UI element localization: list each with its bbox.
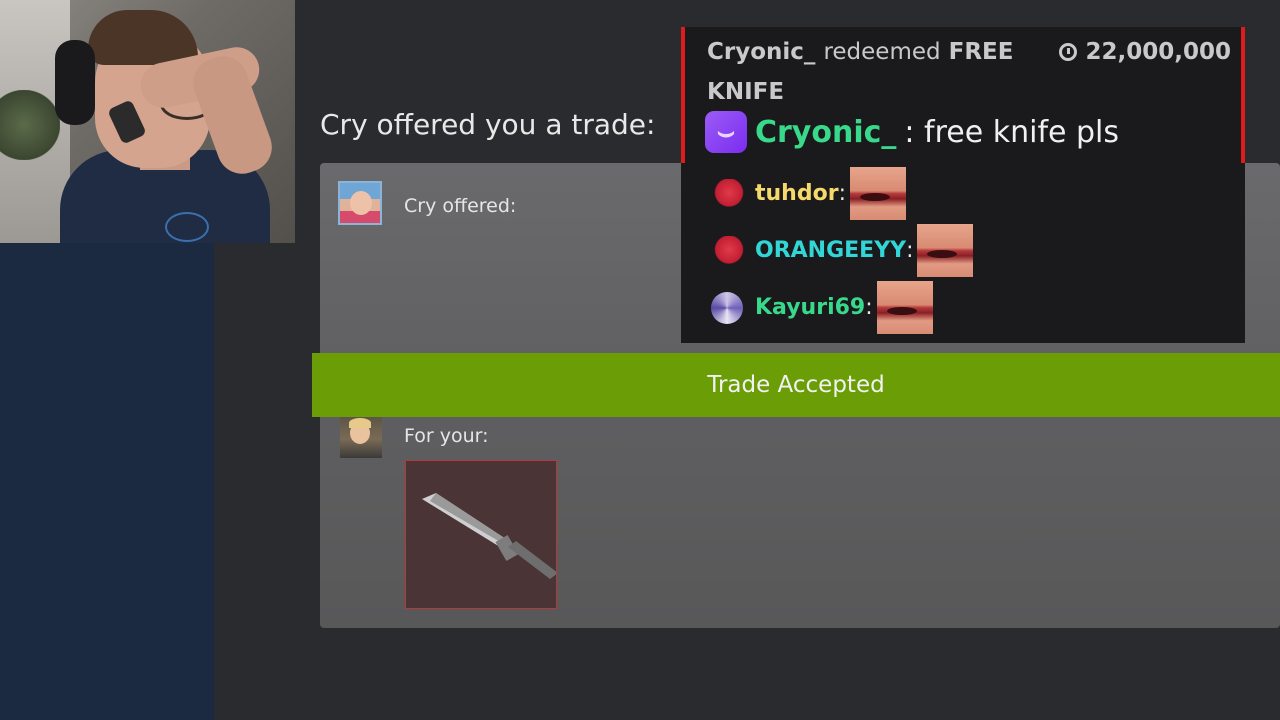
message-username[interactable]: Cryonic_ <box>755 115 896 150</box>
lips-emote-icon <box>849 167 906 220</box>
channel-points-icon <box>1059 43 1078 61</box>
message-text: : free knife pls <box>904 114 1120 150</box>
trade-accepted-text: Trade Accepted <box>707 372 885 398</box>
team-logo-icon <box>711 178 747 209</box>
smile-badge-icon: ⌣ <box>705 111 747 153</box>
for-your-label: For your: <box>404 425 489 447</box>
redeem-username: Cryonic_ <box>707 39 816 65</box>
knife-icon <box>422 493 556 579</box>
lips-emote-icon <box>917 224 974 277</box>
redeem-cost-value: 22,000,000 <box>1085 39 1231 65</box>
team-logo-icon <box>711 291 743 324</box>
trade-accepted-banner: Trade Accepted <box>312 353 1280 417</box>
redeem-message: ⌣ Cryonic_ : free knife pls <box>705 111 1119 153</box>
chat-messages: tuhdor : ORANGEEYY : Kayuri69 : <box>681 163 1245 343</box>
channel-points-redemption: Cryonic_ redeemed FREE 22,000,000 KNIFE … <box>681 27 1245 163</box>
offerer-avatar[interactable] <box>338 181 382 225</box>
trade-item-slot[interactable] <box>405 460 557 609</box>
chat-line: ORANGEEYY : <box>711 224 974 277</box>
redeem-action: redeemed <box>823 39 941 65</box>
offered-label: Cry offered: <box>404 195 517 217</box>
trade-heading: Cry offered you a trade: <box>320 108 656 141</box>
lips-emote-icon <box>876 281 933 334</box>
redeem-reward-prefix: FREE <box>948 39 1014 65</box>
redeem-line: Cryonic_ redeemed FREE <box>707 39 1013 65</box>
team-logo-icon <box>711 235 747 266</box>
chat-line: Kayuri69 : <box>711 281 933 334</box>
your-avatar[interactable] <box>340 416 382 458</box>
chat-username[interactable]: tuhdor <box>755 181 839 206</box>
chat-username[interactable]: ORANGEEYY <box>755 238 906 263</box>
redeem-cost: 22,000,000 <box>1059 39 1231 65</box>
webcam-overlay <box>0 0 295 243</box>
chat-username[interactable]: Kayuri69 <box>755 295 865 320</box>
redeem-reward-line2: KNIFE <box>707 79 785 105</box>
chat-line: tuhdor : <box>711 167 906 220</box>
